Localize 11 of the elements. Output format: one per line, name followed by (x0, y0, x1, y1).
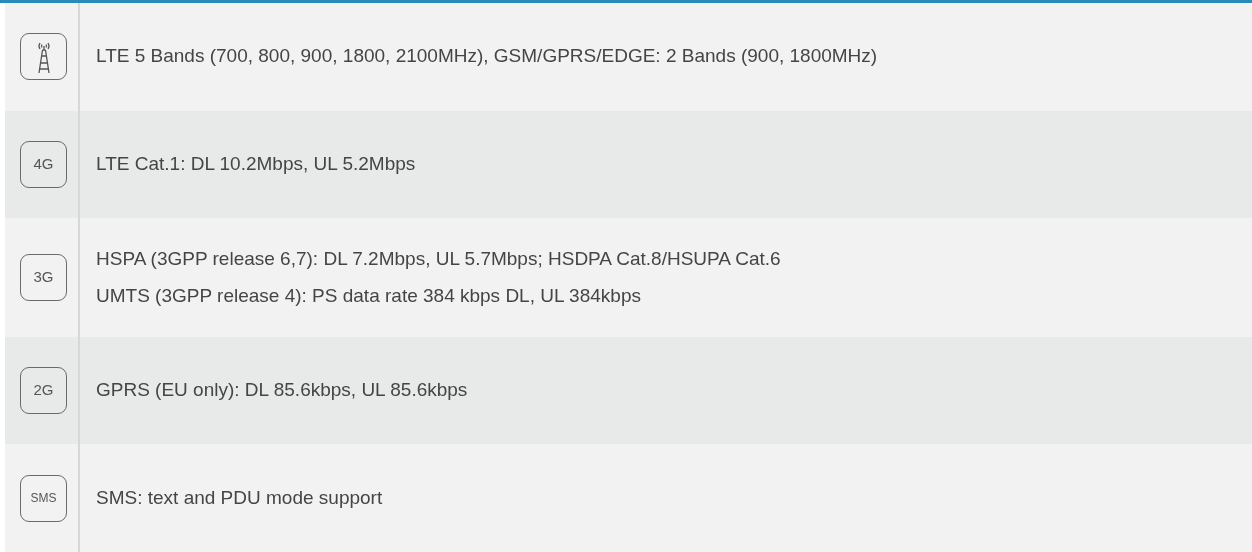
network-badge-icon: 4G (20, 140, 67, 188)
network-badge-icon: 3G (20, 254, 67, 301)
spec-text: UMTS (3GPP release 4): PS data rate 384 kbps DL, UL 384kbps (96, 284, 642, 308)
spec-text: LTE Cat.1: DL 10.2Mbps, UL 5.2Mbps (96, 153, 416, 176)
network-badge-icon: 2G (20, 367, 67, 415)
spec-text: SMS: text and PDU mode support (96, 486, 383, 510)
spec-text: GPRS (EU only): DL 85.6kbps, UL 85.6kbps (96, 379, 468, 402)
network-badge-icon: SMS (20, 474, 67, 522)
spec-text: LTE 5 Bands (700, 800, 900, 1800, 2100MHz), GSM/GPRS/EDGE: 2 Bands (900, 1800MHz) (96, 45, 878, 69)
antenna-tower-icon (20, 33, 67, 81)
spec-text: HSPA (3GPP release 6,7): DL 7.2Mbps, UL 5.7Mbps; HSDPA Cat.8/HSUPA Cat.6 (96, 247, 781, 271)
